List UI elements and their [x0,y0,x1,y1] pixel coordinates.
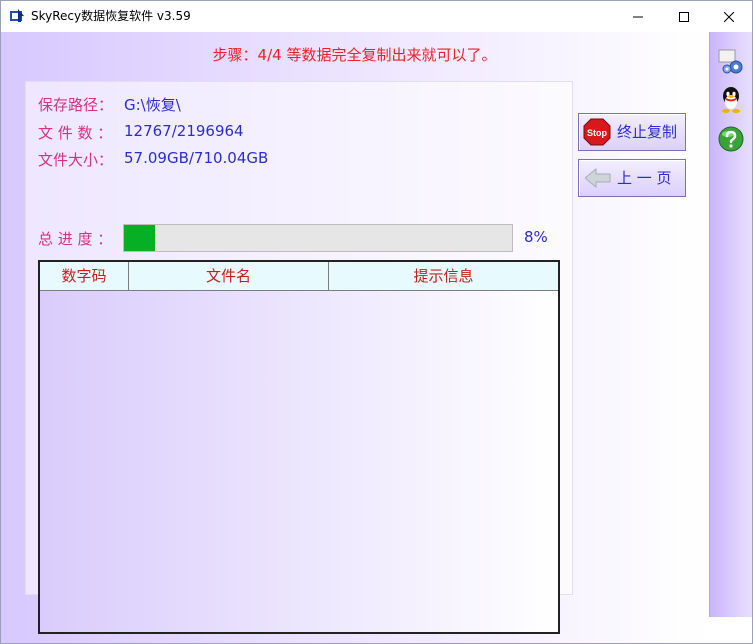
file-size-label: 文件大小： [38,151,114,169]
previous-page-label: 上 一 页 [617,169,672,187]
app-window: SkyRecy数据恢复软件 v3.59 步骤：4/4 等数据完全复制出来就可以了… [0,0,753,644]
file-count-label: 文 件 数 ： [38,124,113,142]
title-bar[interactable]: SkyRecy数据恢复软件 v3.59 [1,1,752,32]
step-indicator: 步骤：4/4 等数据完全复制出来就可以了。 [212,46,497,64]
progress-percent: 8% [524,228,548,246]
arrow-left-icon [585,168,611,188]
qq-penguin-icon[interactable] [717,85,745,113]
column-header-code[interactable]: 数字码 [40,262,129,290]
file-table[interactable]: 数字码 文件名 提示信息 [38,260,560,634]
maximize-button[interactable] [661,1,707,32]
minimize-icon [633,16,643,17]
settings-gears-icon[interactable] [717,48,745,76]
previous-page-button[interactable]: 上 一 页 [578,159,686,197]
close-button[interactable] [706,1,752,32]
help-question-icon[interactable] [717,125,745,153]
window-title: SkyRecy数据恢复软件 v3.59 [31,9,191,23]
toolbar-footer [709,617,752,643]
progress-fill [124,225,156,251]
progress-bar [123,224,513,252]
right-toolbar [709,32,752,617]
save-path-label: 保存路径： [38,96,114,114]
stop-copy-label: 终止复制 [617,123,678,141]
svg-text:Stop: Stop [587,128,607,138]
save-path-value: G:\恢复\ [124,96,181,114]
recovery-panel: 保存路径： G:\恢复\ 文 件 数 ： 12767/2196964 文件大小：… [25,81,573,634]
close-icon [724,11,734,22]
app-icon [10,9,24,22]
client-area: 步骤：4/4 等数据完全复制出来就可以了。 保存路径： G:\恢复\ 文 件 数… [1,32,708,643]
progress-label: 总 进 度 ： [38,230,113,248]
file-count-value: 12767/2196964 [124,122,244,140]
stop-sign-icon: Stop [583,118,611,146]
column-header-message[interactable]: 提示信息 [329,262,558,290]
maximize-icon [679,11,689,22]
minimize-button[interactable] [615,1,661,32]
file-size-value: 57.09GB/710.04GB [124,149,269,167]
stop-copy-button[interactable]: Stop 终止复制 [578,113,686,151]
table-header: 数字码 文件名 提示信息 [40,262,558,291]
column-header-filename[interactable]: 文件名 [129,262,329,290]
